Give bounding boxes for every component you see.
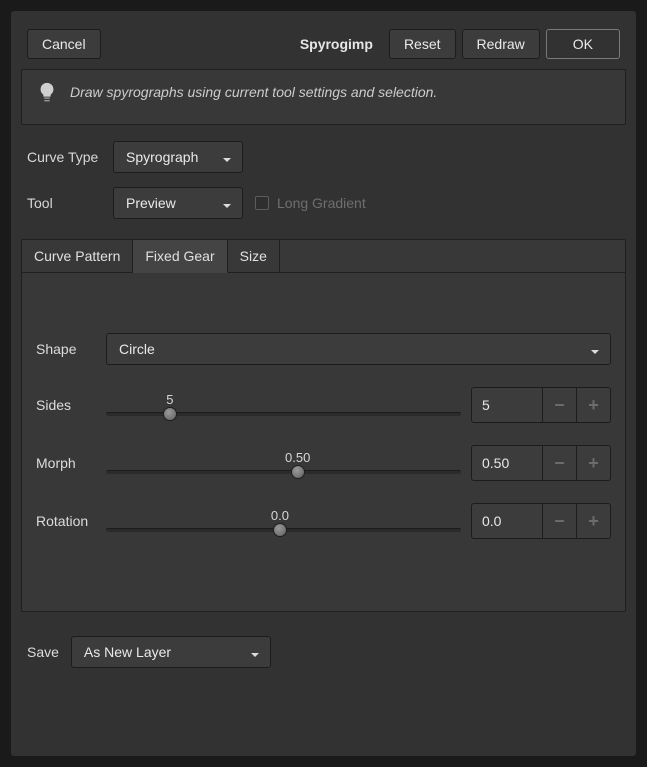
sides-slider-value: 5 [166, 392, 173, 407]
rotation-slider[interactable]: 0.0 [106, 510, 461, 532]
slider-knob[interactable] [273, 523, 287, 537]
tab-panel: Curve Pattern Fixed Gear Size Shape Circ… [21, 239, 626, 612]
sides-increment[interactable]: + [577, 387, 611, 423]
morph-label: Morph [36, 455, 96, 471]
dialog-header: Cancel Spyrogimp Reset Redraw OK [21, 21, 626, 69]
curve-type-value: Spyrograph [126, 149, 198, 165]
tool-dropdown[interactable]: Preview [113, 187, 243, 219]
sides-spinbox: 5 − + [471, 387, 611, 423]
sides-label: Sides [36, 397, 96, 413]
tab-fixed-gear[interactable]: Fixed Gear [133, 240, 227, 273]
shape-row: Shape Circle [36, 333, 611, 365]
long-gradient-checkbox[interactable]: Long Gradient [255, 195, 366, 211]
morph-slider[interactable]: 0.50 [106, 452, 461, 474]
sides-row: Sides 5 5 − + [36, 387, 611, 423]
save-label: Save [27, 644, 59, 660]
rotation-slider-value: 0.0 [271, 508, 289, 523]
hint-text: Draw spyrographs using current tool sett… [70, 80, 437, 100]
rotation-input[interactable]: 0.0 [471, 503, 543, 539]
curve-type-label: Curve Type [27, 149, 101, 165]
checkbox-box [255, 196, 269, 210]
rotation-row: Rotation 0.0 0.0 − + [36, 503, 611, 539]
slider-knob[interactable] [163, 407, 177, 421]
slider-track [106, 412, 461, 416]
shape-value: Circle [119, 341, 155, 357]
cancel-button[interactable]: Cancel [27, 29, 101, 59]
tab-strip: Curve Pattern Fixed Gear Size [22, 240, 625, 273]
dialog-title: Spyrogimp [300, 36, 373, 52]
reset-button[interactable]: Reset [389, 29, 456, 59]
morph-decrement[interactable]: − [543, 445, 577, 481]
morph-spinbox: 0.50 − + [471, 445, 611, 481]
rotation-decrement[interactable]: − [543, 503, 577, 539]
sides-input[interactable]: 5 [471, 387, 543, 423]
slider-track [106, 528, 461, 532]
lightbulb-icon [36, 82, 58, 107]
hint-panel: Draw spyrographs using current tool sett… [21, 69, 626, 125]
slider-knob[interactable] [291, 465, 305, 479]
morph-input[interactable]: 0.50 [471, 445, 543, 481]
morph-row: Morph 0.50 0.50 − + [36, 445, 611, 481]
curve-type-row: Curve Type Spyrograph [27, 141, 620, 173]
save-row: Save As New Layer [21, 612, 626, 674]
chevron-down-icon [250, 647, 260, 657]
shape-label: Shape [36, 341, 96, 357]
chevron-down-icon [222, 152, 232, 162]
ok-button[interactable]: OK [546, 29, 620, 59]
tab-size[interactable]: Size [228, 240, 280, 273]
rotation-increment[interactable]: + [577, 503, 611, 539]
tool-value: Preview [126, 195, 176, 211]
slider-track [106, 470, 461, 474]
fixed-gear-content: Shape Circle Sides 5 5 [22, 273, 625, 611]
shape-dropdown[interactable]: Circle [106, 333, 611, 365]
curve-type-dropdown[interactable]: Spyrograph [113, 141, 243, 173]
tool-label: Tool [27, 195, 101, 211]
redraw-button[interactable]: Redraw [462, 29, 540, 59]
tab-curve-pattern[interactable]: Curve Pattern [22, 240, 133, 273]
rotation-spinbox: 0.0 − + [471, 503, 611, 539]
chevron-down-icon [222, 198, 232, 208]
chevron-down-icon [590, 344, 600, 354]
tool-row: Tool Preview Long Gradient [27, 187, 620, 219]
long-gradient-label: Long Gradient [277, 195, 366, 211]
tab-filler [280, 240, 625, 273]
save-value: As New Layer [84, 644, 171, 660]
morph-slider-value: 0.50 [285, 450, 310, 465]
dialog-window: Cancel Spyrogimp Reset Redraw OK Draw sp… [10, 10, 637, 757]
sides-decrement[interactable]: − [543, 387, 577, 423]
sides-slider[interactable]: 5 [106, 394, 461, 416]
rotation-label: Rotation [36, 513, 96, 529]
save-dropdown[interactable]: As New Layer [71, 636, 271, 668]
form-top: Curve Type Spyrograph Tool Preview Long … [21, 125, 626, 239]
morph-increment[interactable]: + [577, 445, 611, 481]
